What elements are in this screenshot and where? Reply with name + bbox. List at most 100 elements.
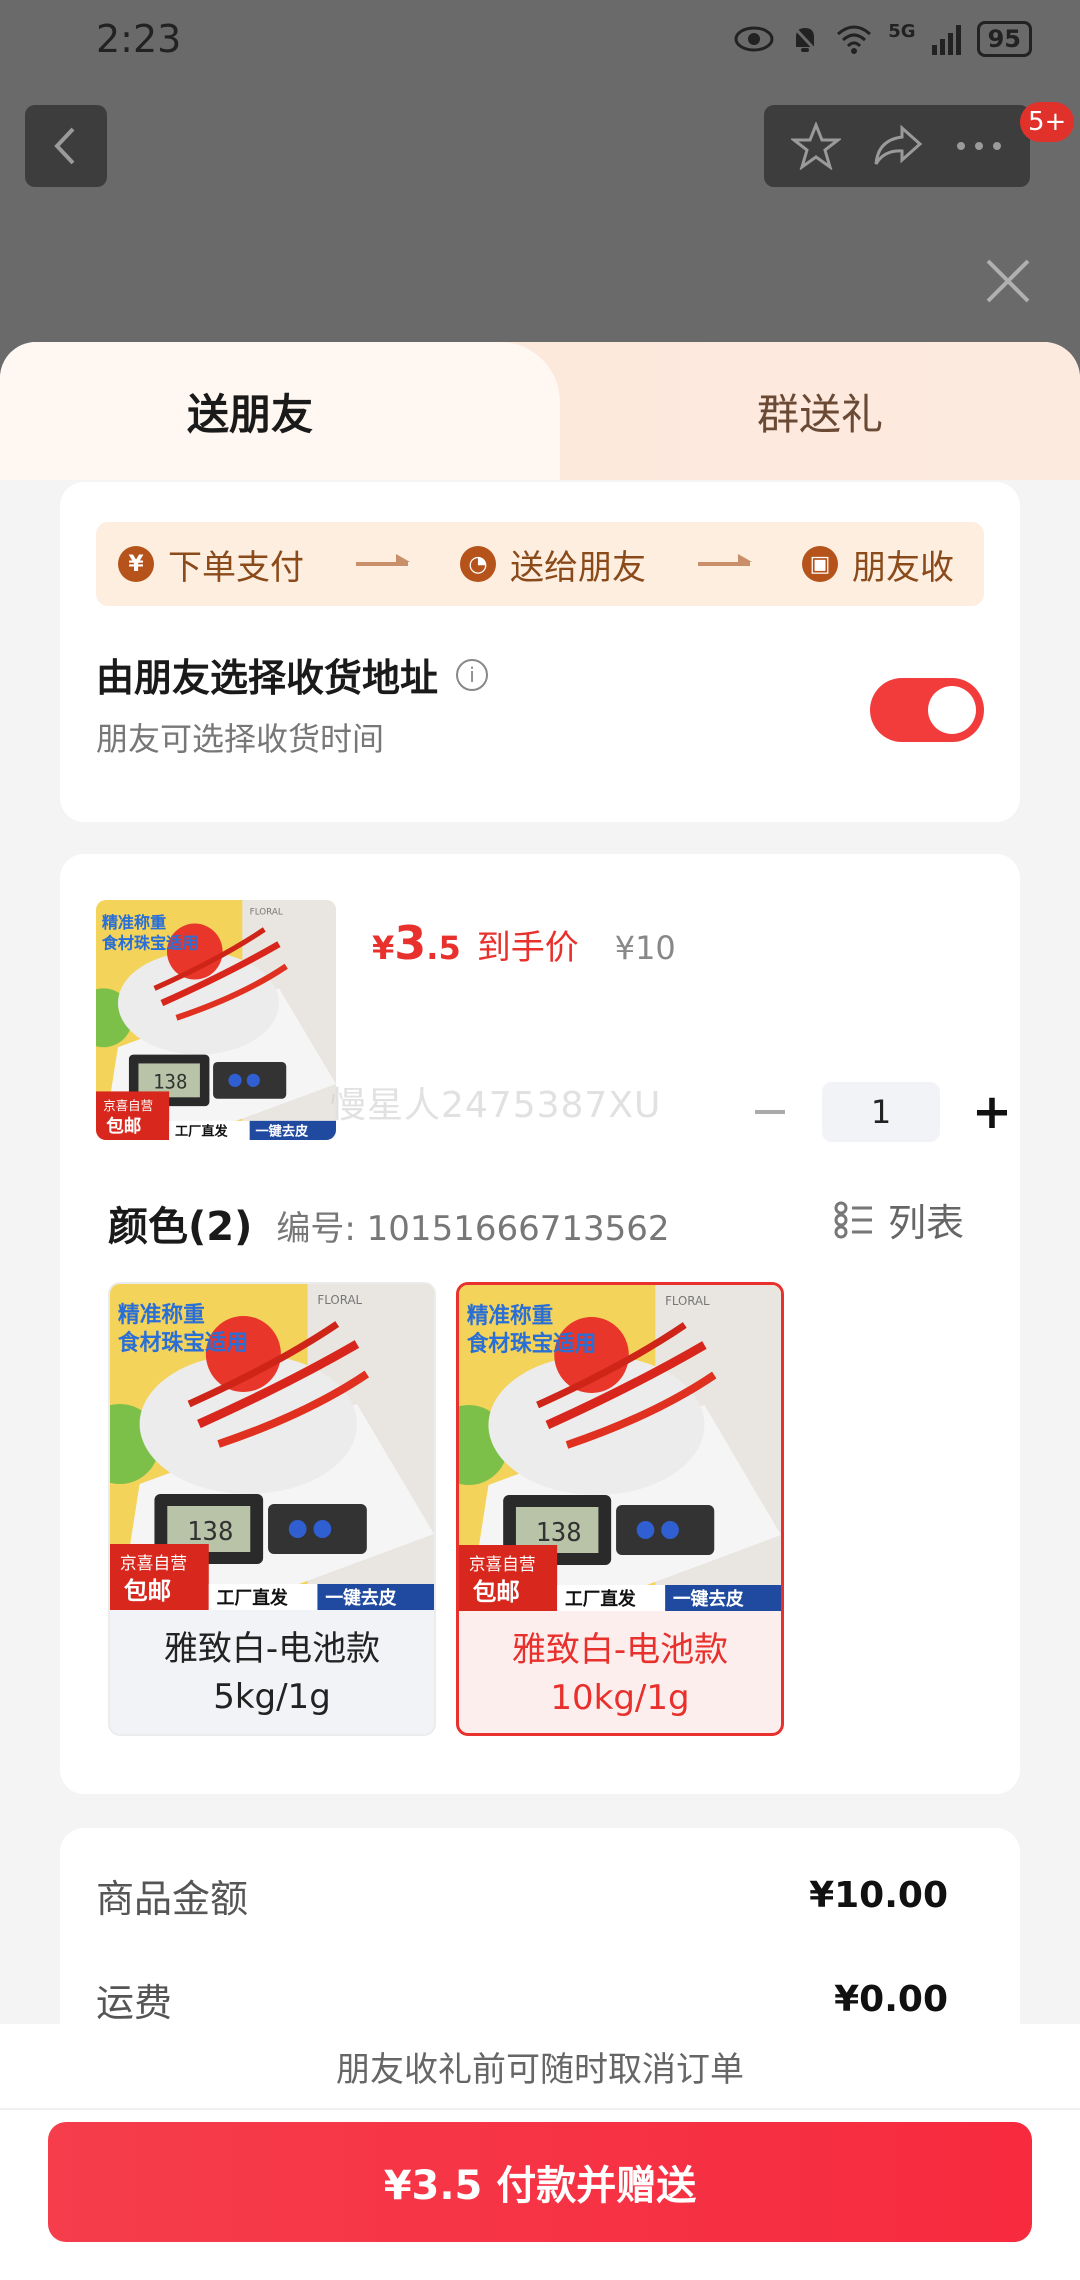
address-option-subtitle: 朋友可选择收货时间 [96, 720, 385, 758]
step-receive: ▣ 朋友收 [802, 540, 954, 589]
info-icon[interactable]: i [456, 658, 489, 691]
status-time: 2:23 [96, 17, 182, 61]
arrow-right-icon [698, 554, 752, 566]
color-header: 颜色(2) 编号: 10151666713562 [108, 1194, 670, 1252]
variant-image: 138 精准称重 食材珠宝适用 FLORAL 京喜自营 包邮 工厂直发 一键去皮 [459, 1285, 781, 1611]
share-icon[interactable] [872, 124, 924, 168]
step-label: 送给朋友 [510, 547, 646, 588]
sku-number: 编号: 10151666713562 [276, 1209, 670, 1249]
pay-and-gift-button[interactable]: ¥3.5 付款并赠送 [48, 2122, 1032, 2242]
watermark: 慢星人2475387XU [330, 1085, 662, 1126]
lcd-text: 138 [153, 1071, 187, 1093]
thumb-tare: 一键去皮 [325, 1587, 396, 1609]
battery-indicator: 95 [976, 21, 1032, 57]
thumb-tag-2: 食材珠宝适用 [118, 1330, 248, 1356]
thumb-factory: 工厂直发 [175, 1123, 228, 1140]
tab-bar: 送朋友 群送礼 [0, 342, 1080, 480]
gift-flow-card: ¥ 下单支付 ◔ 送给朋友 ▣ 朋友收 由朋友选择收货地址 i 朋友可选择收货时… [60, 482, 1020, 822]
step-send: ◔ 送给朋友 [460, 540, 646, 589]
variant-name: 雅致白-电池款 [511, 1630, 729, 1670]
gift-sheet: 送朋友 群送礼 ¥ 下单支付 ◔ 送给朋友 ▣ 朋友收 由朋友选择收货地址 i … [0, 342, 1080, 2280]
thumb-factory: 工厂直发 [565, 1588, 636, 1610]
increase-button[interactable]: + [962, 1082, 1022, 1142]
decrease-button[interactable] [740, 1082, 800, 1142]
minus-icon [755, 1110, 785, 1114]
thumb-tag-1: 精准称重 [467, 1303, 554, 1329]
thumb-free-ship: 包邮 [106, 1116, 142, 1137]
thumb-free-ship: 包邮 [124, 1577, 172, 1605]
tab-group-gift-label: 群送礼 [756, 389, 883, 439]
address-option-title: 由朋友选择收货地址 i [96, 647, 489, 702]
price-symbol: ¥ [372, 929, 395, 967]
thumb-brand: FLORAL [250, 908, 283, 918]
variant-option[interactable]: 138 精准称重 食材珠宝适用 FLORAL 京喜自营 包邮 工厂直发 一键去皮… [108, 1282, 436, 1736]
arrow-right-icon [356, 554, 410, 566]
list-label: 列表 [888, 1201, 965, 1245]
thumb-tag-1: 精准称重 [118, 1302, 205, 1328]
thumb-brand: FLORAL [317, 1293, 362, 1307]
list-icon [834, 1201, 872, 1238]
variant-label: 雅致白-电池款 10kg/1g [459, 1611, 781, 1733]
step-label: 下单支付 [168, 547, 304, 588]
status-icons: 5G 95 [734, 21, 1032, 57]
eye-icon [734, 26, 774, 52]
color-title: 颜色(2) [108, 1204, 253, 1250]
variant-name: 雅致白-电池款 [163, 1629, 381, 1669]
address-title-text: 由朋友选择收货地址 [96, 656, 439, 700]
price-row: ¥ 3 .5 到手价 ¥10 [372, 916, 676, 970]
tab-send-friend[interactable]: 送朋友 [0, 342, 560, 480]
price-dec: .5 [426, 929, 461, 967]
list-view-button[interactable]: 列表 [834, 1192, 964, 1247]
signal-icon [931, 23, 961, 55]
star-icon[interactable] [791, 122, 842, 170]
back-button[interactable] [25, 105, 107, 187]
wechat-icon: ◔ [460, 546, 496, 582]
amount-label: 商品金额 [96, 1877, 249, 1921]
step-pay: ¥ 下单支付 [118, 540, 304, 589]
thumb-factory: 工厂直发 [217, 1587, 288, 1609]
amount-value: ¥10.00 [809, 1875, 948, 1916]
price-int: 3 [394, 916, 427, 970]
quantity-stepper: 1 + [740, 1082, 1022, 1142]
wifi-icon [837, 25, 872, 54]
lcd-text: 138 [187, 1517, 233, 1547]
thumb-self-op: 京喜自营 [120, 1553, 187, 1573]
more-icon[interactable] [955, 140, 1003, 152]
tab-group-gift[interactable]: 群送礼 [560, 342, 1080, 480]
thumb-tag-2: 食材珠宝适用 [101, 934, 198, 953]
variant-label: 雅致白-电池款 5kg/1g [110, 1610, 434, 1734]
product-card: 138 精准称重 食材珠宝适用 FLORAL 京喜自营 包邮 工厂直发 一键去皮… [60, 854, 1020, 1794]
original-price: ¥10 [614, 929, 676, 967]
gift-icon: ▣ [802, 546, 838, 582]
notification-badge: 5+ [1020, 102, 1075, 142]
amount-row-shipping: 运费 ¥0.00 [96, 1972, 984, 2027]
chevron-left-icon [54, 127, 75, 165]
mute-bell-icon [791, 23, 820, 55]
quantity-input[interactable]: 1 [822, 1082, 940, 1142]
thumb-brand: FLORAL [665, 1294, 710, 1308]
network-label: 5G [888, 21, 916, 42]
top-action-bar [764, 105, 1030, 187]
lcd-text: 138 [536, 1518, 582, 1548]
status-bar: 2:23 5G 95 [0, 0, 1080, 78]
close-icon[interactable] [982, 255, 1034, 307]
variant-option-selected[interactable]: 138 精准称重 食材珠宝适用 FLORAL 京喜自营 包邮 工厂直发 一键去皮… [456, 1282, 784, 1736]
gift-steps: ¥ 下单支付 ◔ 送给朋友 ▣ 朋友收 [96, 522, 984, 606]
address-toggle[interactable] [870, 678, 984, 742]
amount-row-goods: 商品金额 ¥10.00 [96, 1868, 984, 1923]
thumb-tag-2: 食材珠宝适用 [467, 1331, 596, 1357]
amount-value: ¥0.00 [834, 1979, 948, 2020]
step-label: 朋友收 [852, 547, 954, 588]
thumb-free-ship: 包邮 [473, 1578, 520, 1606]
thumb-tag-1: 精准称重 [102, 913, 166, 932]
variant-spec: 10kg/1g [550, 1678, 690, 1718]
cancel-note: 朋友收礼前可随时取消订单 [0, 2024, 1080, 2110]
bottom-bar: 朋友收礼前可随时取消订单 ¥3.5 付款并赠送 [0, 2024, 1080, 2280]
tab-send-friend-label: 送朋友 [186, 389, 313, 439]
thumb-self-op: 京喜自营 [103, 1098, 153, 1113]
price-tag: 到手价 [476, 928, 579, 968]
product-thumbnail[interactable]: 138 精准称重 食材珠宝适用 FLORAL 京喜自营 包邮 工厂直发 一键去皮 [96, 900, 336, 1140]
yen-icon: ¥ [118, 546, 154, 582]
variant-image: 138 精准称重 食材珠宝适用 FLORAL 京喜自营 包邮 工厂直发 一键去皮 [110, 1284, 434, 1610]
thumb-tare: 一键去皮 [673, 1588, 744, 1610]
